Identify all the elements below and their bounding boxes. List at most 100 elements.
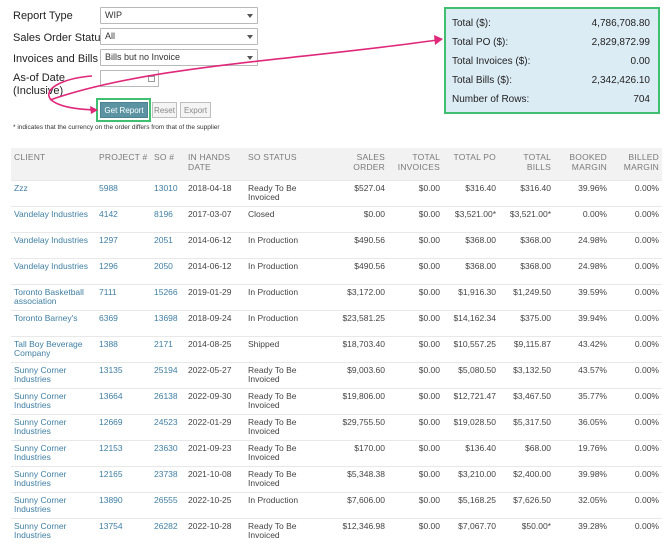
- cell-project[interactable]: 12153: [96, 439, 151, 466]
- table-row: Sunny Corner Industries 13664 26138 2022-09…: [11, 387, 662, 414]
- cell-project[interactable]: 1388: [96, 335, 151, 362]
- cell-so[interactable]: 24523: [151, 413, 185, 440]
- cell-booked-margin: 43.42%: [554, 335, 610, 362]
- col-sales-order[interactable]: SALES ORDER: [330, 148, 388, 180]
- cell-client[interactable]: Vandelay Industries: [11, 231, 96, 258]
- cell-project[interactable]: 13890: [96, 491, 151, 518]
- col-total-bills[interactable]: TOTAL BILLS: [499, 148, 554, 180]
- col-in-hands-date[interactable]: IN HANDS DATE: [185, 148, 245, 180]
- cell-booked-margin: 24.98%: [554, 231, 610, 258]
- cell-client[interactable]: Sunny Corner Industries: [11, 361, 96, 388]
- cell-sales-order: $18,703.40: [330, 335, 388, 362]
- col-total-invoices[interactable]: TOTAL INVOICES: [388, 148, 443, 180]
- table-row: Toronto Basketball association 7111 15266 2…: [11, 283, 662, 310]
- cell-billed-margin: 0.00%: [610, 439, 662, 466]
- report-table: CLIENT PROJECT # SO # IN HANDS DATE SO S…: [11, 148, 662, 544]
- cell-booked-margin: 32.05%: [554, 491, 610, 518]
- cell-booked-margin: 0.00%: [554, 205, 610, 232]
- cell-so[interactable]: 26555: [151, 491, 185, 518]
- cell-so[interactable]: 8196: [151, 205, 185, 232]
- cell-total-invoices: $0.00: [388, 257, 443, 284]
- cell-total-po: $12,721.47: [443, 387, 499, 414]
- cell-client[interactable]: Sunny Corner Industries: [11, 491, 96, 518]
- col-so[interactable]: SO #: [151, 148, 185, 180]
- cell-so[interactable]: 2051: [151, 231, 185, 258]
- cell-client[interactable]: Vandelay Industries: [11, 205, 96, 232]
- cell-client[interactable]: Sunny Corner Industries: [11, 439, 96, 466]
- cell-total-po: $14,162.34: [443, 309, 499, 336]
- col-booked-margin[interactable]: BOOKED MARGIN: [554, 148, 610, 180]
- col-so-status[interactable]: SO STATUS: [245, 148, 330, 180]
- cell-total-invoices: $0.00: [388, 361, 443, 388]
- cell-total-bills: $3,132.50: [499, 361, 554, 388]
- cell-project[interactable]: 6369: [96, 309, 151, 336]
- cell-so-status: Ready To Be Invoiced: [245, 465, 330, 492]
- cell-client[interactable]: Sunny Corner Industries: [11, 413, 96, 440]
- cell-client[interactable]: Sunny Corner Industries: [11, 387, 96, 414]
- cell-project[interactable]: 12165: [96, 465, 151, 492]
- cell-project[interactable]: 1297: [96, 231, 151, 258]
- cell-total-bills: $3,467.50: [499, 387, 554, 414]
- cell-project[interactable]: 13135: [96, 361, 151, 388]
- cell-total-po: $316.40: [443, 179, 499, 206]
- cell-so-status: Ready To Be Invoiced: [245, 387, 330, 414]
- table-row: Sunny Corner Industries 13135 25194 2022-05…: [11, 361, 662, 388]
- cell-billed-margin: 0.00%: [610, 283, 662, 310]
- cell-so[interactable]: 13010: [151, 179, 185, 206]
- cell-so[interactable]: 23630: [151, 439, 185, 466]
- cell-so[interactable]: 2050: [151, 257, 185, 284]
- cell-sales-order: $23,581.25: [330, 309, 388, 336]
- report-table-body: Zzz 5988 13010 2018-04-18 Ready To Be Invoic…: [11, 179, 662, 544]
- cell-billed-margin: 0.00%: [610, 205, 662, 232]
- cell-client[interactable]: Vandelay Industries: [11, 257, 96, 284]
- cell-so[interactable]: 26138: [151, 387, 185, 414]
- cell-in-hands-date: 2021-10-08: [185, 465, 245, 492]
- col-client[interactable]: CLIENT: [11, 148, 96, 180]
- cell-project[interactable]: 1296: [96, 257, 151, 284]
- cell-in-hands-date: 2022-01-29: [185, 413, 245, 440]
- cell-so-status: In Production: [245, 231, 330, 258]
- cell-booked-margin: 35.77%: [554, 387, 610, 414]
- cell-client[interactable]: Sunny Corner Industries: [11, 465, 96, 492]
- cell-sales-order: $29,755.50: [330, 413, 388, 440]
- arrowhead-summary: [434, 35, 443, 45]
- cell-total-po: $368.00: [443, 257, 499, 284]
- col-billed-margin[interactable]: BILLED MARGIN: [610, 148, 662, 180]
- cell-client[interactable]: Sunny Corner Industries: [11, 517, 96, 544]
- col-project[interactable]: PROJECT #: [96, 148, 151, 180]
- cell-billed-margin: 0.00%: [610, 257, 662, 284]
- cell-client[interactable]: Toronto Barney's: [11, 309, 96, 336]
- cell-client[interactable]: Toronto Basketball association: [11, 283, 96, 310]
- col-total-po[interactable]: TOTAL PO: [443, 148, 499, 180]
- cell-total-bills: $7,626.50: [499, 491, 554, 518]
- cell-so[interactable]: 2171: [151, 335, 185, 362]
- cell-so[interactable]: 13698: [151, 309, 185, 336]
- cell-so-status: In Production: [245, 491, 330, 518]
- table-row: Vandelay Industries 1296 2050 2014-06-12 In …: [11, 257, 662, 284]
- cell-project[interactable]: 5988: [96, 179, 151, 206]
- cell-booked-margin: 39.96%: [554, 179, 610, 206]
- cell-total-po: $368.00: [443, 231, 499, 258]
- cell-project[interactable]: 13754: [96, 517, 151, 544]
- cell-so[interactable]: 25194: [151, 361, 185, 388]
- table-row: Sunny Corner Industries 12165 23738 2021-10…: [11, 465, 662, 492]
- cell-so[interactable]: 26282: [151, 517, 185, 544]
- cell-so[interactable]: 15266: [151, 283, 185, 310]
- cell-booked-margin: 39.98%: [554, 465, 610, 492]
- cell-project[interactable]: 4142: [96, 205, 151, 232]
- cell-in-hands-date: 2017-03-07: [185, 205, 245, 232]
- cell-project[interactable]: 13664: [96, 387, 151, 414]
- cell-project[interactable]: 7111: [96, 283, 151, 310]
- cell-so-status: Shipped: [245, 335, 330, 362]
- cell-sales-order: $490.56: [330, 231, 388, 258]
- cell-project[interactable]: 12669: [96, 413, 151, 440]
- arrowhead-get-report: [90, 106, 98, 114]
- cell-sales-order: $490.56: [330, 257, 388, 284]
- cell-total-invoices: $0.00: [388, 413, 443, 440]
- cell-so[interactable]: 23738: [151, 465, 185, 492]
- cell-client[interactable]: Zzz: [11, 179, 96, 206]
- table-row: Vandelay Industries 4142 8196 2017-03-07 Clo…: [11, 205, 662, 232]
- cell-in-hands-date: 2021-09-23: [185, 439, 245, 466]
- table-row: Sunny Corner Industries 12153 23630 2021-09…: [11, 439, 662, 466]
- cell-client[interactable]: Tall Boy Beverage Company: [11, 335, 96, 362]
